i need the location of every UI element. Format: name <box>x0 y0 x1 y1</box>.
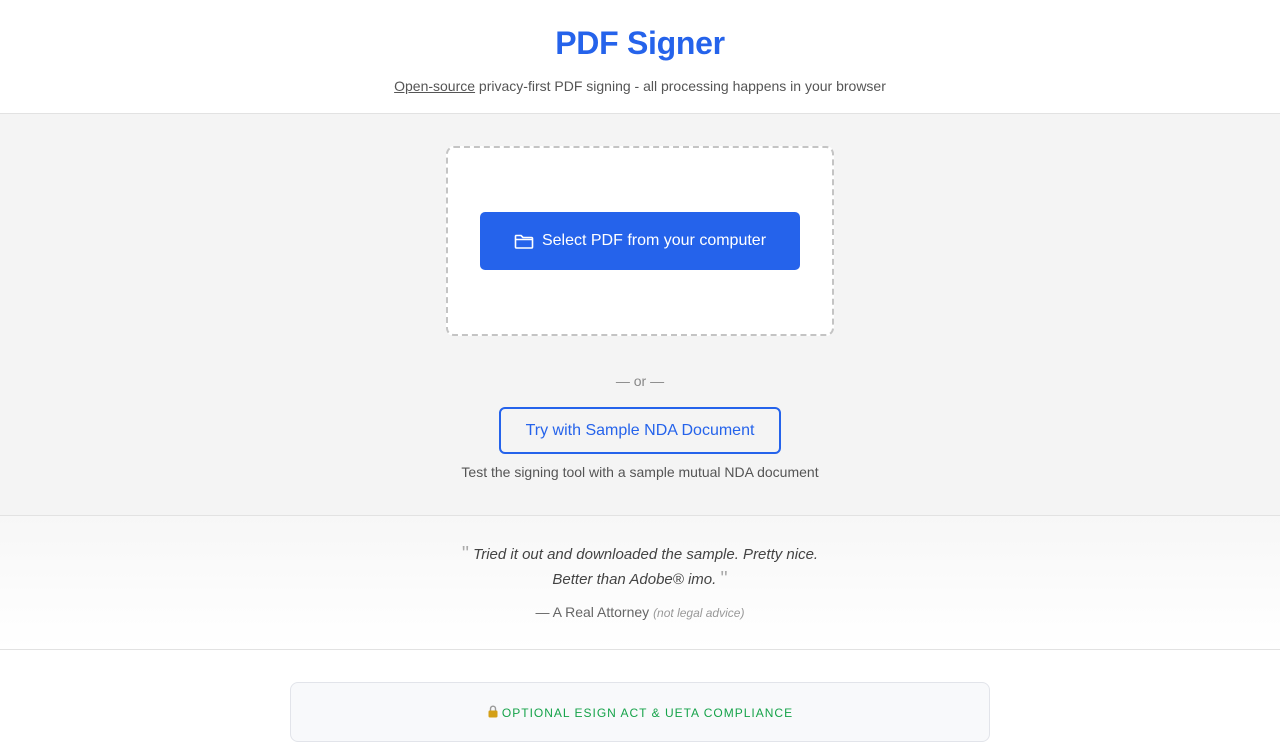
lock-icon <box>487 705 499 721</box>
testimonial-author: — A Real Attorney <box>535 604 650 620</box>
testimonial: " Tried it out and downloaded the sample… <box>0 516 1280 650</box>
quote-line-1: Tried it out and downloaded the sample. … <box>473 546 819 563</box>
compliance-section: OPTIONAL ESIGN ACT & UETA COMPLIANCE <box>0 650 1280 742</box>
compliance-label: OPTIONAL ESIGN ACT & UETA COMPLIANCE <box>501 706 794 720</box>
testimonial-quote: " Tried it out and downloaded the sample… <box>0 542 1280 592</box>
subtitle: Open-source privacy-first PDF signing - … <box>0 77 1280 95</box>
open-quote-mark: " <box>461 543 469 565</box>
compliance-card[interactable]: OPTIONAL ESIGN ACT & UETA COMPLIANCE <box>290 682 990 742</box>
try-sample-nda-button[interactable]: Try with Sample NDA Document <box>499 407 781 454</box>
pdf-dropzone[interactable]: Select PDF from your computer <box>446 146 834 336</box>
select-pdf-label: Select PDF from your computer <box>541 232 767 249</box>
sample-description: Test the signing tool with a sample mutu… <box>461 464 819 480</box>
app-title: PDF Signer <box>555 25 725 61</box>
page-header: PDF Signer Open-source privacy-first PDF… <box>0 0 1280 114</box>
open-source-link[interactable]: Open-source <box>394 78 475 94</box>
testimonial-attribution: — A Real Attorney (not legal advice) <box>0 604 1280 620</box>
folder-icon <box>514 232 534 250</box>
select-pdf-button[interactable]: Select PDF from your computer <box>480 212 800 270</box>
subtitle-text: privacy-first PDF signing - all processi… <box>475 78 886 94</box>
or-divider: — or — <box>615 373 665 389</box>
upload-section: Select PDF from your computer — or — Try… <box>0 114 1280 516</box>
compliance-heading: OPTIONAL ESIGN ACT & UETA COMPLIANCE <box>487 705 793 721</box>
close-quote-mark: " <box>720 568 728 590</box>
quote-line-2: Better than Adobe® imo. <box>552 571 717 588</box>
testimonial-disclaimer: (not legal advice) <box>653 606 745 620</box>
